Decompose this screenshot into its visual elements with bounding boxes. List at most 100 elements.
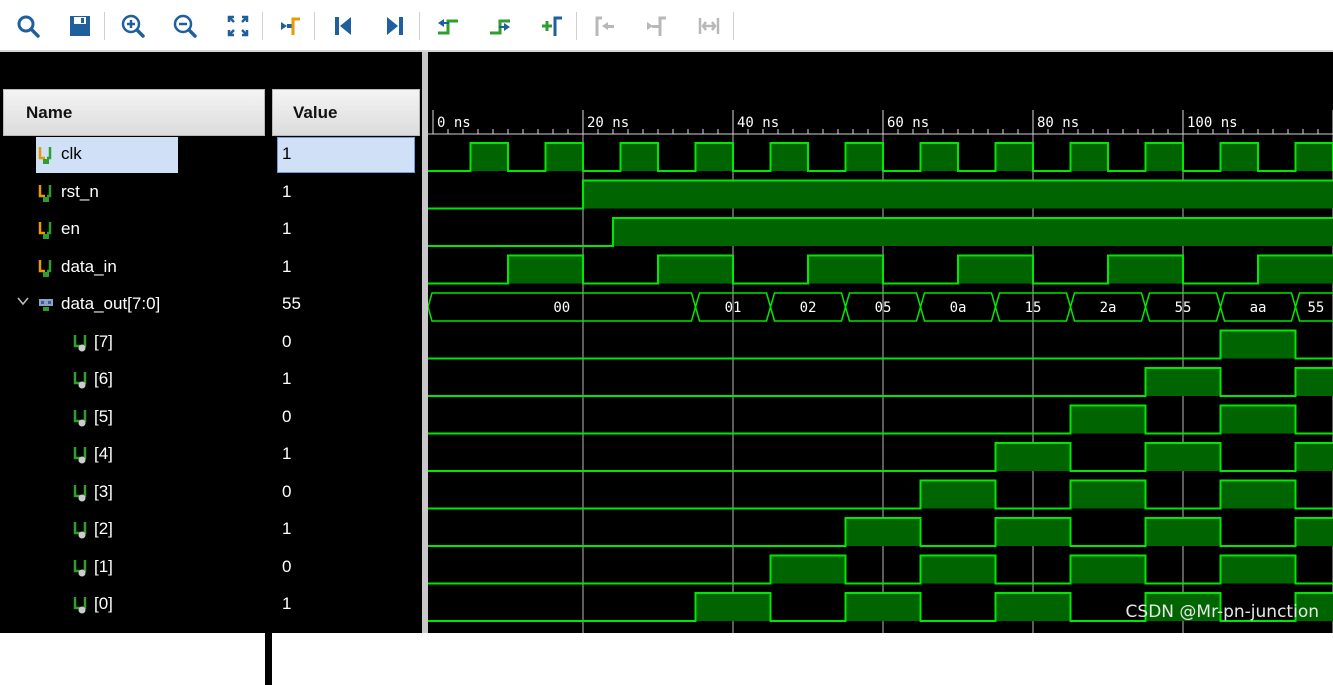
signal-name: [5] xyxy=(94,407,113,427)
data-out-bit-4-waveform-high-segment xyxy=(1296,443,1333,471)
data-out-bus-value: 15 xyxy=(1025,300,1042,316)
scalar-signal-icon xyxy=(38,220,54,240)
data-out-bit-0-waveform-high-segment xyxy=(996,593,1071,621)
signal-row-rst-n[interactable]: rst_n 1 xyxy=(0,174,422,212)
bit-signal-icon xyxy=(73,370,89,390)
zoom-fit-icon[interactable] xyxy=(221,9,255,43)
signal-row-data-out-bit-3[interactable]: [3] 0 xyxy=(0,474,422,512)
time-ruler-label: 80 ns xyxy=(1037,115,1079,131)
signal-value: 0 xyxy=(282,407,291,427)
add-marker-icon[interactable] xyxy=(535,9,569,43)
clk-waveform-high-segment xyxy=(1296,143,1333,171)
bit-signal-icon xyxy=(73,408,89,428)
save-icon[interactable] xyxy=(63,9,97,43)
data-out-bus-value: 02 xyxy=(800,300,817,316)
signal-row-data-out-bit-4[interactable]: [4] 1 xyxy=(0,436,422,474)
signal-row-clk[interactable]: clk 1 xyxy=(0,136,422,174)
name-header-label: Name xyxy=(26,103,72,123)
search-icon[interactable] xyxy=(11,9,45,43)
watermark-text: CSDN @Mr-pn-junction xyxy=(1126,602,1319,622)
signal-row-data-out[interactable]: data_out[7:0] 55 xyxy=(0,286,422,324)
signal-name: [7] xyxy=(94,332,113,352)
signal-name: [3] xyxy=(94,482,113,502)
bit-signal-icon xyxy=(73,445,89,465)
go-to-time-zero-icon[interactable] xyxy=(326,9,360,43)
waveform-viewer[interactable]: 0 ns20 ns40 ns60 ns80 ns100 ns000102050a… xyxy=(428,52,1333,633)
rst-n-waveform-high-segment xyxy=(583,181,1333,209)
signal-row-data-out-bit-1[interactable]: [1] 0 xyxy=(0,549,422,587)
data-out-bit-6-waveform-high-segment xyxy=(1146,368,1221,396)
bit-signal-icon xyxy=(73,520,89,540)
signal-name: data_out[7:0] xyxy=(61,294,160,314)
clk-waveform-high-segment xyxy=(996,143,1034,171)
data-in-waveform-high-segment xyxy=(808,256,883,284)
scalar-signal-icon xyxy=(38,183,54,203)
toolbar-separator xyxy=(733,12,734,40)
data-out-bit-7-waveform-trace xyxy=(428,331,1333,359)
signal-name: [6] xyxy=(94,369,113,389)
signal-value: 0 xyxy=(282,482,291,502)
signal-name: data_in xyxy=(61,257,117,277)
signal-row-data-out-bit-5[interactable]: [5] 0 xyxy=(0,399,422,437)
data-out-bit-2-waveform-high-segment xyxy=(1296,518,1333,546)
value-column-header[interactable]: Value xyxy=(272,89,420,136)
signal-value: 1 xyxy=(282,369,291,389)
time-ruler-label: 40 ns xyxy=(737,115,779,131)
signal-value: 1 xyxy=(282,519,291,539)
data-out-bit-3-waveform-trace xyxy=(428,481,1333,509)
signal-value: 0 xyxy=(282,557,291,577)
next-transition-icon[interactable] xyxy=(483,9,517,43)
data-out-bit-0-waveform-high-segment xyxy=(846,593,921,621)
signal-row-data-out-bit-7[interactable]: [7] 0 xyxy=(0,324,422,362)
data-out-bit-1-waveform-trace xyxy=(428,556,1333,584)
clk-waveform-high-segment xyxy=(1146,143,1184,171)
clk-waveform-high-segment xyxy=(771,143,809,171)
data-out-bit-2-waveform-high-segment xyxy=(996,518,1071,546)
time-ruler-label: 60 ns xyxy=(887,115,929,131)
data-out-bus-value: 55 xyxy=(1308,300,1325,316)
zoom-out-icon[interactable] xyxy=(168,9,202,43)
bus-signal-icon xyxy=(37,297,55,313)
toolbar-separator xyxy=(262,12,263,40)
name-column-header[interactable]: Name xyxy=(3,89,265,136)
previous-marker-icon xyxy=(588,9,622,43)
signal-value: 1 xyxy=(282,182,291,202)
signal-row-data-out-bit-0[interactable]: [0] 1 xyxy=(0,586,422,624)
signal-row-data-in[interactable]: data_in 1 xyxy=(0,249,422,287)
data-out-bus-value: 0a xyxy=(950,300,967,316)
go-to-last-time-icon[interactable] xyxy=(378,9,412,43)
data-out-bit-2-waveform-high-segment xyxy=(1146,518,1221,546)
bit-signal-icon xyxy=(73,558,89,578)
toolbar-separator xyxy=(104,12,105,40)
signal-row-en[interactable]: en 1 xyxy=(0,211,422,249)
data-out-bit-3-waveform-high-segment xyxy=(1221,481,1296,509)
collapse-chevron-icon[interactable] xyxy=(16,294,30,308)
scalar-signal-icon xyxy=(38,258,54,278)
data-in-waveform-high-segment xyxy=(1108,256,1183,284)
go-to-cursor-icon[interactable] xyxy=(273,9,307,43)
next-marker-icon xyxy=(640,9,674,43)
clk-waveform-high-segment xyxy=(471,143,509,171)
signal-rows: clk 1 rst_n 1 en 1 data_in 1 data_out[7:… xyxy=(0,136,422,633)
value-header-label: Value xyxy=(293,103,337,123)
toolbar-separator xyxy=(419,12,420,40)
data-out-bus-value: 2a xyxy=(1100,300,1117,316)
signal-value: 1 xyxy=(282,594,291,614)
signal-row-data-out-bit-2[interactable]: [2] 1 xyxy=(0,511,422,549)
signal-name: [4] xyxy=(94,444,113,464)
bit-signal-icon xyxy=(73,483,89,503)
waveform-toolbar xyxy=(0,0,1333,52)
time-ruler-label: 100 ns xyxy=(1187,115,1238,131)
data-out-bit-7-waveform-high-segment xyxy=(1221,331,1296,359)
data-out-bit-3-waveform-high-segment xyxy=(921,481,996,509)
data-out-bus-value: aa xyxy=(1250,300,1267,316)
signal-row-data-out-bit-6[interactable]: [6] 1 xyxy=(0,361,422,399)
selection-highlight xyxy=(36,137,178,173)
zoom-in-icon[interactable] xyxy=(116,9,150,43)
signal-value: 55 xyxy=(282,294,301,314)
previous-transition-icon[interactable] xyxy=(431,9,465,43)
data-out-bus-value: 55 xyxy=(1175,300,1192,316)
data-out-bit-5-waveform-trace xyxy=(428,406,1333,434)
waveform-canvas[interactable]: 0 ns20 ns40 ns60 ns80 ns100 ns000102050a… xyxy=(428,52,1333,633)
signal-name: en xyxy=(61,219,80,239)
